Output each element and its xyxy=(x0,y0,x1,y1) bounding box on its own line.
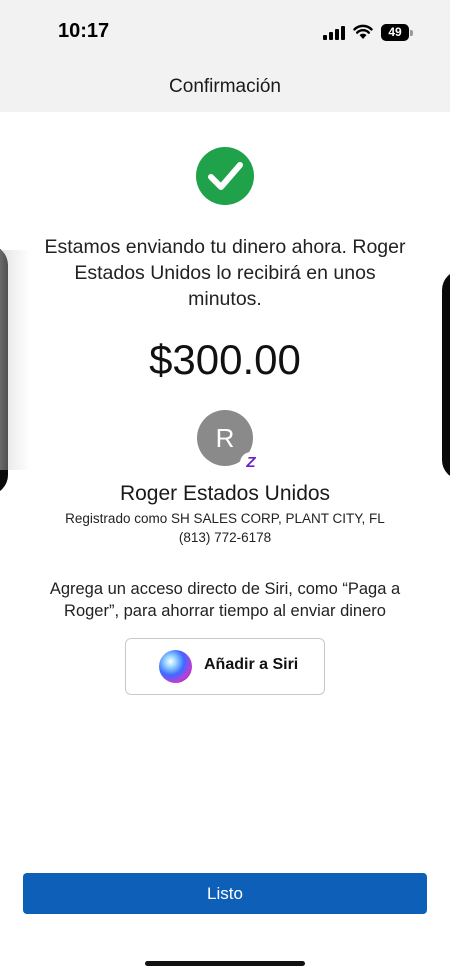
signal-icon xyxy=(323,26,345,40)
recipient-registration: Registrado como SH SALES CORP, PLANT CIT… xyxy=(65,511,385,526)
siri-icon xyxy=(159,650,192,683)
add-to-siri-label: Añadir a Siri xyxy=(204,656,299,673)
status-bar: 10:17 49 xyxy=(0,0,450,60)
recipient-name: Roger Estados Unidos xyxy=(119,482,331,505)
recipient-phone: (813) 772-6178 xyxy=(178,530,272,545)
done-button[interactable]: Listo xyxy=(23,873,427,914)
page-title: Confirmación xyxy=(169,76,281,97)
status-time: 10:17 xyxy=(58,20,110,42)
battery-level: 49 xyxy=(388,25,402,39)
siri-description: Agrega un acceso directo de Siri, como “… xyxy=(49,580,401,620)
battery-icon: 49 xyxy=(381,24,413,41)
zelle-icon: Z xyxy=(240,452,262,474)
home-indicator[interactable] xyxy=(145,961,305,966)
add-to-siri-button[interactable]: Añadir a Siri xyxy=(125,638,325,695)
amount: $300.00 xyxy=(149,336,301,383)
wifi-icon xyxy=(353,24,373,39)
confirmation-message: Estamos enviando tu dinero ahora. Roger … xyxy=(44,236,406,310)
top-bar: 10:17 49 Confirmación xyxy=(0,0,450,112)
check-circle-icon xyxy=(196,147,254,205)
